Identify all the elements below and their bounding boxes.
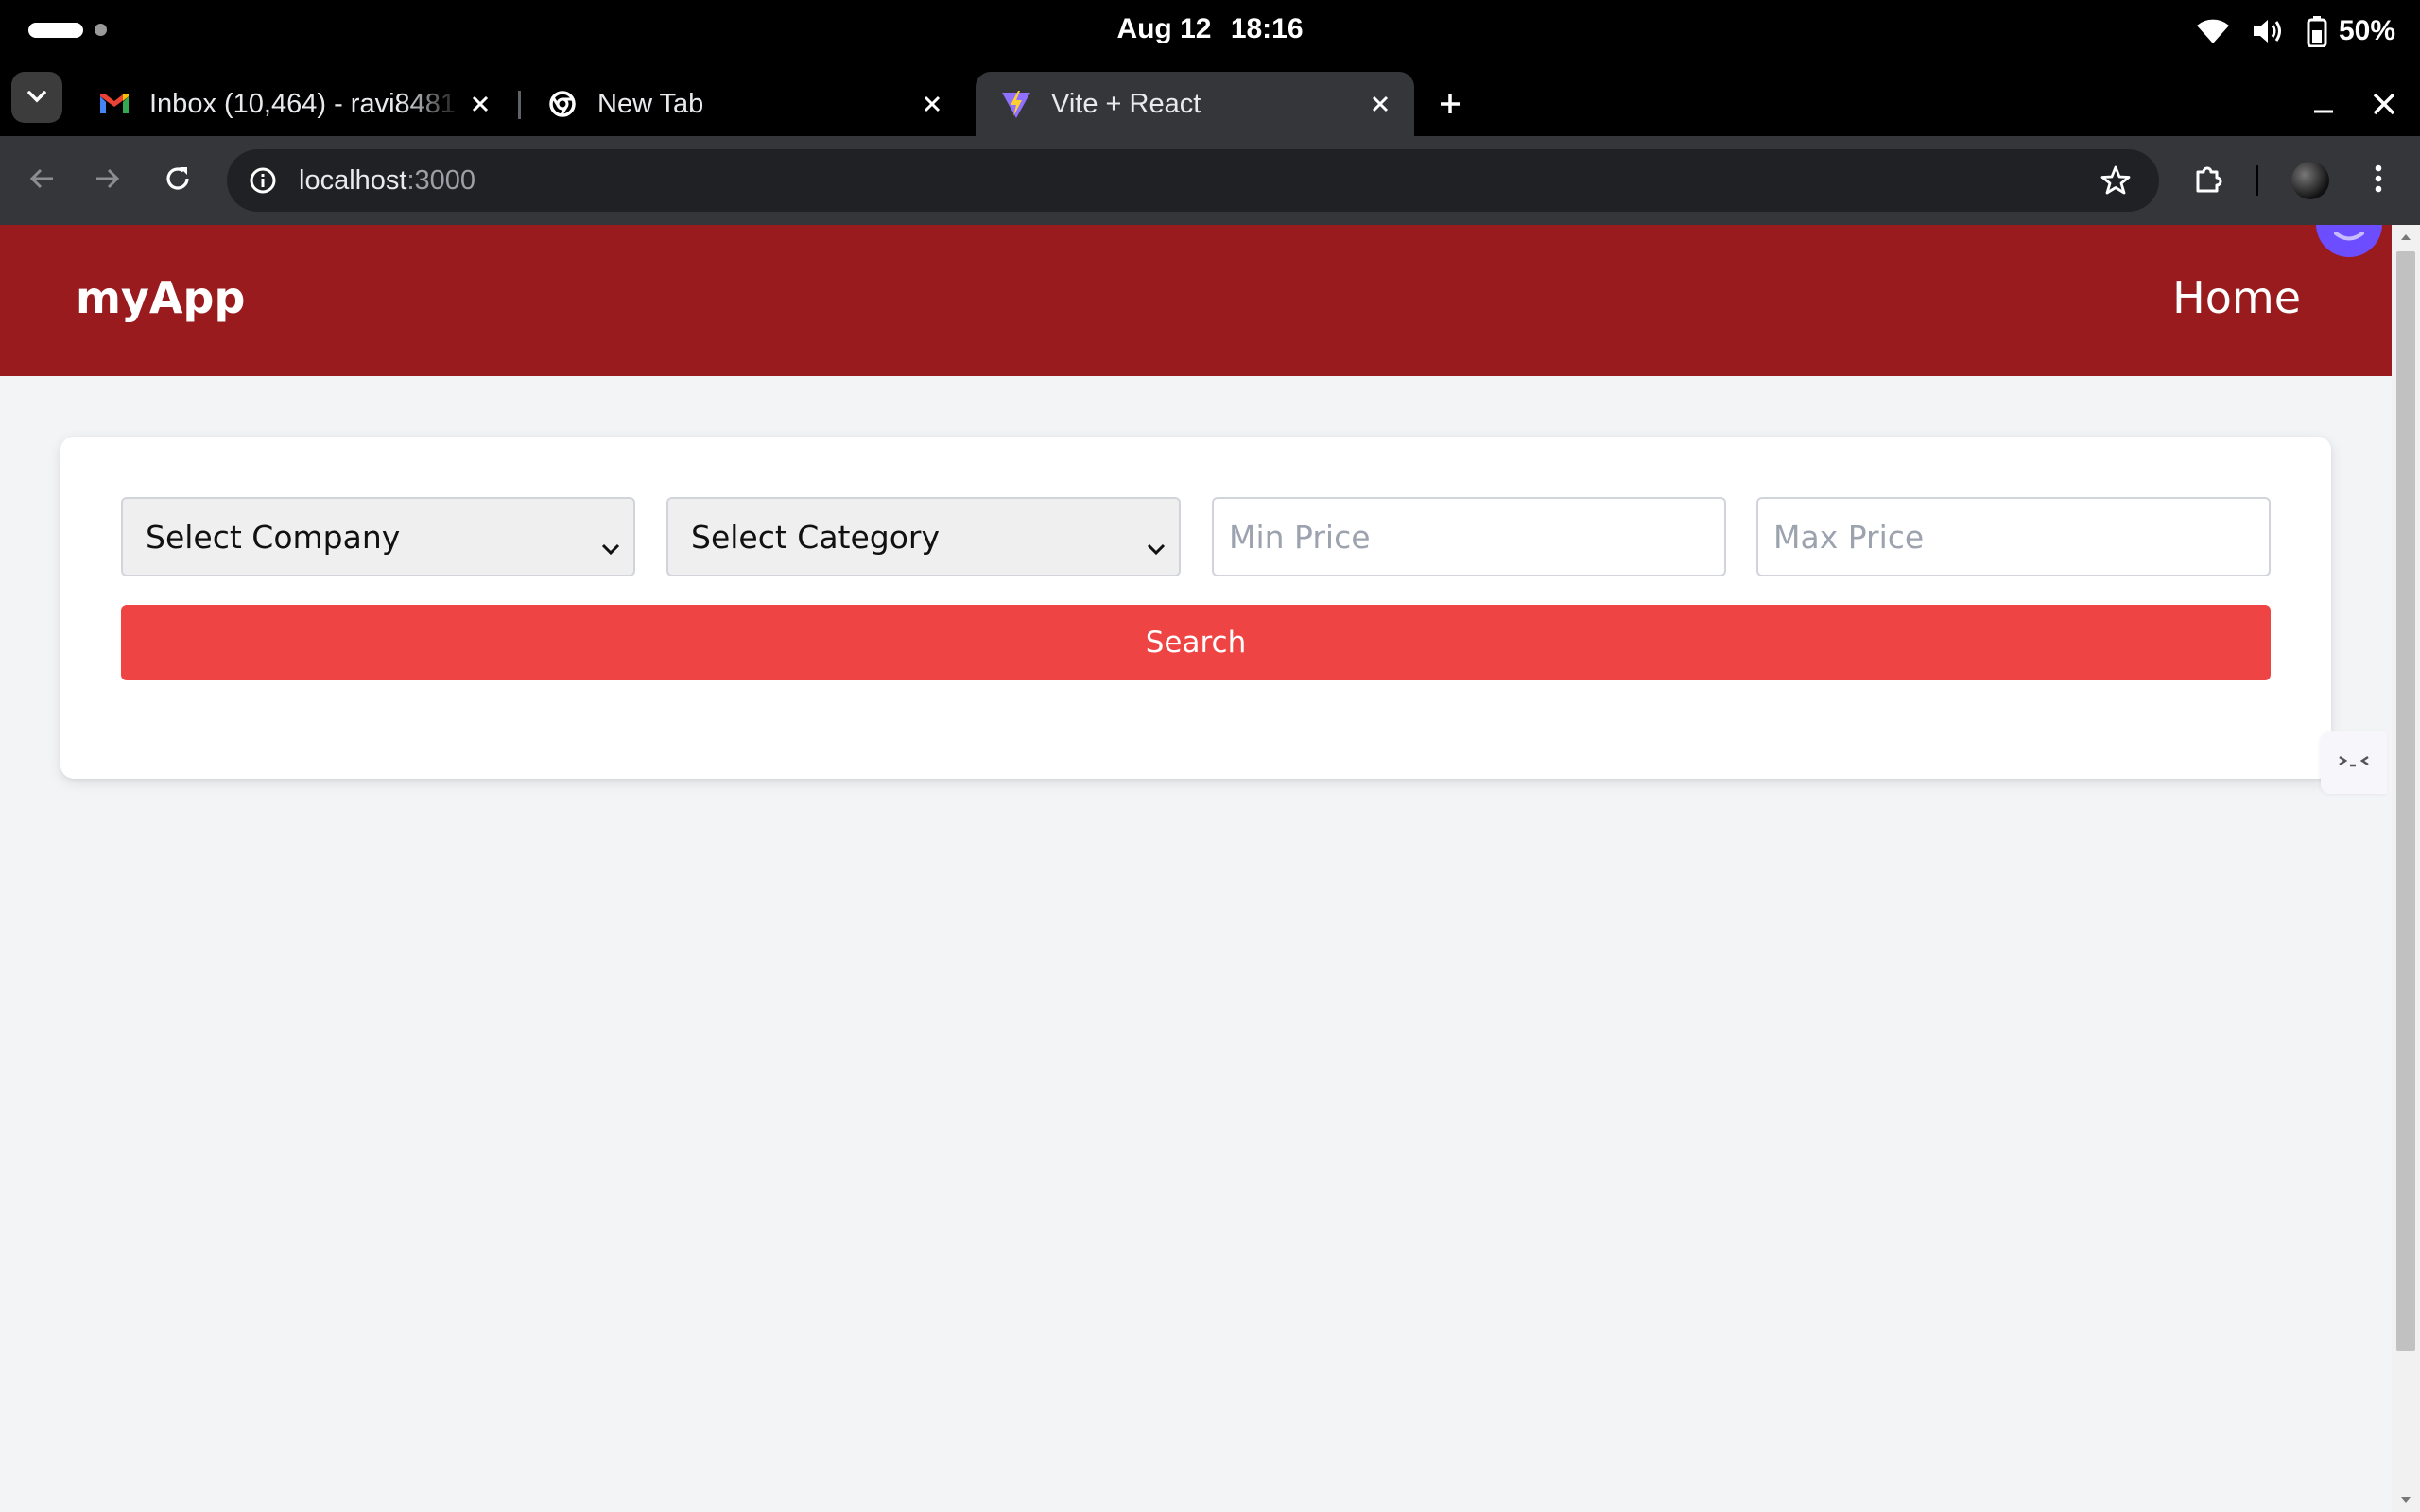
app-navbar: myApp Home — [0, 225, 2392, 376]
tab-search-button[interactable] — [11, 72, 62, 123]
address-bar[interactable]: localhost:3000 — [227, 149, 2159, 212]
reload-button[interactable] — [155, 158, 200, 203]
close-window-button[interactable] — [2361, 83, 2407, 129]
url-host: localhost — [299, 164, 407, 196]
status-time: 18:16 — [1230, 13, 1304, 44]
close-tab-icon[interactable] — [463, 87, 497, 121]
app-brand[interactable]: myApp — [76, 272, 245, 323]
close-icon — [2373, 93, 2395, 119]
scroll-up-arrow-icon[interactable] — [2392, 227, 2420, 248]
tab-gmail-inbox[interactable]: Inbox (10,464) - ravi8481 — [74, 72, 514, 136]
assistant-face-icon[interactable] — [2321, 731, 2387, 794]
system-tray[interactable]: 50% — [2174, 13, 2395, 49]
arrow-right-icon — [95, 165, 121, 196]
chevron-down-icon — [1147, 525, 1166, 562]
plus-icon — [1439, 93, 1461, 119]
browser-tab-strip: Inbox (10,464) - ravi8481 New Tab Vite +… — [0, 62, 2420, 136]
volume-icon — [2252, 17, 2286, 45]
back-button[interactable] — [19, 158, 64, 203]
chevron-down-icon — [601, 525, 620, 562]
new-tab-button[interactable] — [1427, 83, 1473, 129]
chevron-down-icon — [26, 89, 47, 107]
minimize-window-button[interactable] — [2301, 83, 2346, 129]
side-widget[interactable] — [2318, 731, 2390, 1021]
filter-card: Select Company Select Category Search — [60, 437, 2331, 779]
company-select[interactable]: Select Company — [121, 497, 635, 576]
site-info-icon[interactable] — [240, 158, 285, 203]
vite-icon — [1000, 88, 1032, 120]
battery-percentage: 50% — [2338, 15, 2395, 46]
puzzle-icon — [2193, 163, 2223, 198]
profile-avatar[interactable] — [2291, 162, 2329, 199]
toolbar-divider — [2256, 165, 2258, 196]
browser-toolbar: localhost:3000 — [0, 136, 2420, 225]
page-viewport: myApp Home Select Company Select Categor… — [0, 225, 2420, 1512]
status-date: Aug 12 — [1116, 13, 1212, 44]
tab-separator — [518, 91, 521, 119]
tab-new-tab[interactable]: New Tab — [522, 72, 966, 136]
tab-title: Vite + React — [1051, 88, 1201, 119]
minimize-icon — [2313, 94, 2334, 118]
search-button[interactable]: Search — [121, 605, 2271, 680]
forward-button[interactable] — [85, 158, 130, 203]
url-text[interactable]: localhost:3000 — [299, 165, 475, 197]
more-vertical-icon — [2374, 163, 2383, 198]
nav-home-link[interactable]: Home — [2172, 272, 2301, 323]
url-port: :3000 — [406, 164, 476, 196]
category-select[interactable]: Select Category — [666, 497, 1181, 576]
scrollbar-thumb[interactable] — [2396, 251, 2415, 1351]
battery-icon — [2307, 15, 2327, 47]
company-select-value: Select Company — [146, 518, 401, 556]
close-tab-icon[interactable] — [915, 87, 949, 121]
arrow-left-icon — [28, 165, 55, 196]
close-tab-icon[interactable] — [1363, 87, 1397, 121]
extensions-button[interactable] — [2186, 158, 2231, 203]
wifi-icon — [2195, 17, 2231, 45]
gmail-icon — [98, 88, 130, 120]
extension-bubble-icon[interactable] — [2316, 225, 2382, 257]
tab-title: New Tab — [597, 88, 704, 119]
browser-menu-button[interactable] — [2356, 158, 2401, 203]
max-price-field[interactable] — [1756, 497, 2271, 576]
scroll-down-arrow-icon[interactable] — [2392, 1489, 2420, 1510]
min-price-input[interactable] — [1229, 518, 1724, 556]
page-scrollbar[interactable] — [2392, 225, 2420, 1512]
chrome-icon — [546, 88, 579, 120]
min-price-field[interactable] — [1212, 497, 1726, 576]
reload-icon — [164, 164, 192, 197]
tab-title: Inbox (10,464) - ravi8481 — [149, 88, 457, 119]
status-clock[interactable]: Aug 12 18:16 — [0, 13, 2420, 45]
bookmark-star-icon[interactable] — [2093, 158, 2138, 203]
system-status-bar: Aug 12 18:16 50% — [0, 0, 2420, 62]
max-price-input[interactable] — [1773, 518, 2269, 556]
category-select-value: Select Category — [691, 518, 941, 556]
tab-vite-react[interactable]: Vite + React — [976, 72, 1414, 136]
